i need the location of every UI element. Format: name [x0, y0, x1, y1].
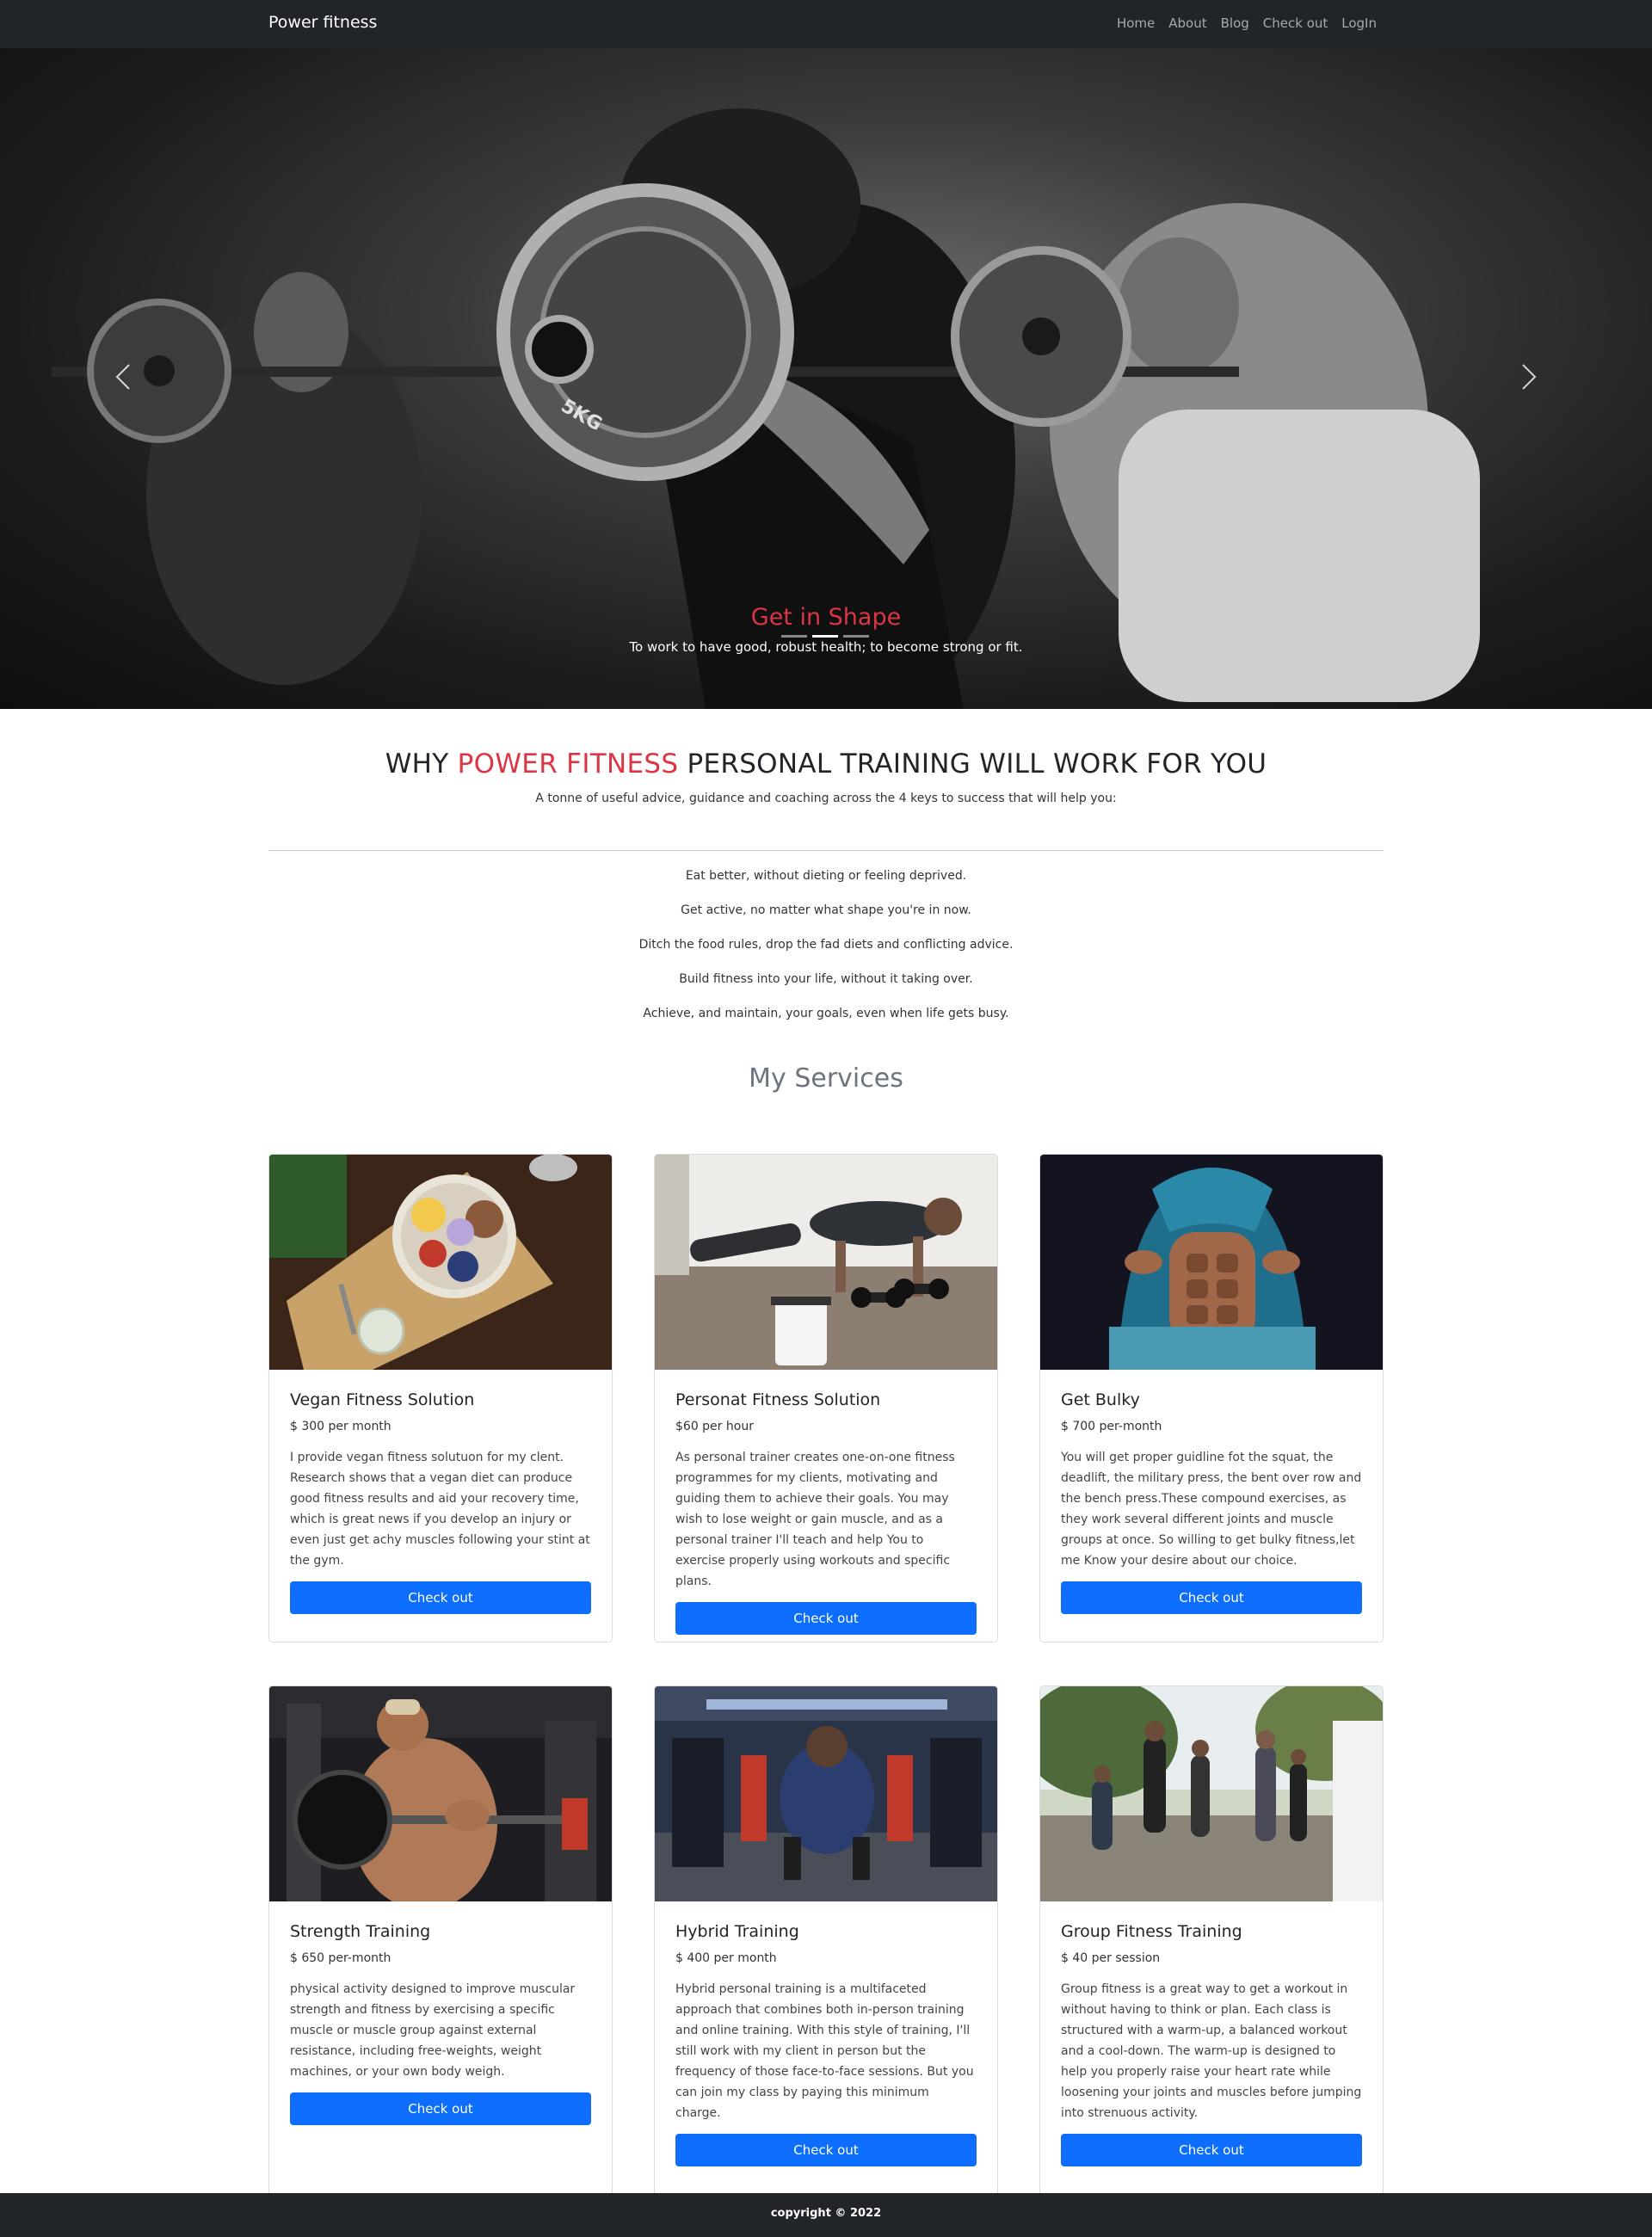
key-item: Achieve, and maintain, your goals, even …: [643, 1007, 1009, 1020]
card-title: Personat Fitness Solution: [675, 1390, 881, 1409]
service-card-vegan: Vegan Fitness Solution $ 300 per month I…: [268, 1154, 613, 1642]
hero-caption: Get in Shape To work to have good, robus…: [0, 604, 1652, 655]
services-title: My Services: [749, 1063, 903, 1094]
card-price: $ 40 per session: [1061, 1951, 1161, 1965]
check-out-button[interactable]: Check out: [290, 1581, 591, 1614]
nav-links: Home About Blog Check out LogIn: [1117, 15, 1377, 31]
card-title: Strength Training: [290, 1922, 431, 1941]
key-item: Eat better, without dieting or feeling d…: [685, 869, 967, 883]
nav-link-login[interactable]: LogIn: [1341, 15, 1377, 31]
nav-link-about[interactable]: About: [1168, 15, 1206, 31]
card-price: $ 650 per-month: [290, 1951, 391, 1965]
carousel-indicator-2[interactable]: [812, 635, 838, 638]
service-card-group: Group Fitness Training $ 40 per session …: [1039, 1685, 1384, 2202]
service-card-hybrid: Hybrid Training $ 400 per month Hybrid p…: [654, 1685, 998, 2202]
section-divider: [268, 850, 1384, 851]
carousel-indicator-3[interactable]: [843, 635, 869, 638]
why-heading: WHY POWER FITNESS PERSONAL TRAINING WILL…: [0, 749, 1652, 780]
check-out-button[interactable]: Check out: [290, 2092, 591, 2125]
card-text: As personal trainer creates one-on-one f…: [675, 1451, 955, 1588]
card-text: Hybrid personal training is a multifacet…: [675, 1982, 974, 2120]
nav-link-check-out[interactable]: Check out: [1263, 15, 1328, 31]
card-title: Vegan Fitness Solution: [290, 1390, 475, 1409]
carousel-next-button[interactable]: [1511, 351, 1545, 403]
why-heading-post: PERSONAL TRAINING WILL WORK FOR YOU: [678, 749, 1267, 780]
brand-logo[interactable]: Power fitness: [268, 13, 377, 32]
why-subtitle: A tonne of useful advice, guidance and c…: [535, 792, 1117, 805]
abs-hoodie-photo: [1040, 1155, 1383, 1370]
card-text: You will get proper guidline fot the squ…: [1061, 1451, 1362, 1568]
card-title: Hybrid Training: [675, 1922, 799, 1941]
card-text: Group fitness is a great way to get a wo…: [1061, 1982, 1362, 2120]
key-item: Ditch the food rules, drop the fad diets…: [638, 938, 1014, 952]
card-text: physical activity designed to improve mu…: [290, 1982, 576, 2079]
service-card-strength: Strength Training $ 650 per-month physic…: [268, 1685, 613, 2202]
why-heading-highlight: POWER FITNESS: [457, 749, 679, 780]
card-price: $ 700 per-month: [1061, 1420, 1162, 1433]
carousel-indicators: [781, 635, 869, 638]
footer-copyright: copyright © 2022: [770, 2207, 882, 2220]
why-heading-pre: WHY: [385, 749, 458, 780]
gym-squat-photo: [655, 1686, 997, 1901]
check-out-button[interactable]: Check out: [1061, 2134, 1362, 2166]
vegan-food-bowl-photo: [269, 1155, 612, 1370]
check-out-button[interactable]: Check out: [675, 2134, 977, 2166]
carousel-indicator-1[interactable]: [781, 635, 807, 638]
outdoor-group-run-photo: [1040, 1686, 1383, 1901]
card-price: $60 per hour: [675, 1420, 754, 1433]
card-title: Group Fitness Training: [1061, 1922, 1242, 1941]
chevron-right-icon: [1522, 364, 1537, 390]
card-price: $ 400 per month: [675, 1951, 777, 1965]
service-card-personal: Personat Fitness Solution $60 per hour A…: [654, 1154, 998, 1642]
hero-title: Get in Shape: [750, 604, 902, 631]
card-price: $ 300 per month: [290, 1420, 391, 1433]
card-text: I provide vegan fitness solutuon for my …: [290, 1451, 590, 1568]
hero-subtitle: To work to have good, robust health; to …: [629, 639, 1023, 655]
service-card-bulky: Get Bulky $ 700 per-month You will get p…: [1039, 1154, 1384, 1642]
check-out-button[interactable]: Check out: [1061, 1581, 1362, 1614]
chevron-left-icon: [115, 364, 130, 390]
card-title: Get Bulky: [1061, 1390, 1140, 1409]
barbell-curl-photo: [269, 1686, 612, 1901]
hero-carousel: 5KG Get in Shape To work to have good, r…: [0, 48, 1652, 709]
footer: copyright © 2022: [0, 2193, 1652, 2237]
pushup-dumbbells-photo: [655, 1155, 997, 1370]
key-item: Get active, no matter what shape you're …: [681, 903, 971, 917]
nav-link-home[interactable]: Home: [1117, 15, 1155, 31]
check-out-button[interactable]: Check out: [675, 1602, 977, 1635]
carousel-prev-button[interactable]: [107, 351, 141, 403]
navbar: Power fitness Home About Blog Check out …: [0, 0, 1652, 48]
key-item: Build fitness into your life, without it…: [679, 972, 973, 986]
nav-link-blog[interactable]: Blog: [1221, 15, 1249, 31]
success-keys-list: Eat better, without dieting or feeling d…: [0, 866, 1652, 1038]
